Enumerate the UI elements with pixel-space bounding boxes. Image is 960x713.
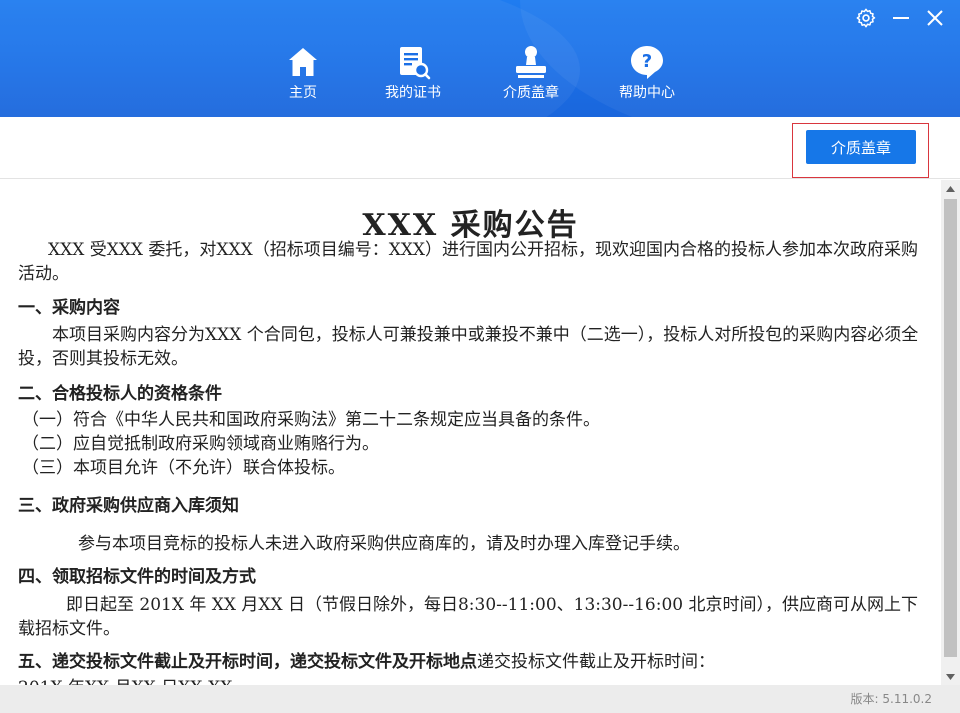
chevron-up-icon: [946, 185, 955, 192]
minimize-button[interactable]: [888, 6, 914, 30]
svg-text:?: ?: [642, 51, 652, 72]
help-icon: ?: [629, 44, 665, 80]
nav-item-home[interactable]: 主页: [282, 44, 324, 102]
certificate-icon: [395, 44, 431, 80]
section-heading: 三、政府采购供应商入库须知: [18, 496, 239, 516]
section-body: 递交投标文件截止及开标时间：: [477, 652, 715, 672]
scrollbar-thumb[interactable]: [944, 199, 957, 657]
nav-item-my-certificates[interactable]: 我的证书: [380, 44, 446, 102]
main-nav: 主页 我的证书 介质盖章 ? 帮助中心: [0, 44, 960, 104]
nav-label: 主页: [289, 85, 317, 101]
status-bar: 版本: 5.11.0.2: [0, 685, 960, 713]
nav-label: 帮助中心: [619, 85, 675, 101]
version-label: 版本: 5.11.0.2: [850, 692, 932, 706]
section-heading: 四、领取招标文件的时间及方式: [18, 567, 256, 587]
section-heading: 二、合格投标人的资格条件: [18, 384, 222, 404]
nav-item-help-center[interactable]: ? 帮助中心: [614, 44, 680, 102]
nav-label: 介质盖章: [503, 85, 559, 101]
document-intro: XXX 受XXX 委托，对XXX（招标项目编号：XXX）进行国内公开招标，现欢迎…: [18, 240, 919, 284]
media-stamp-button[interactable]: 介质盖章: [806, 130, 916, 164]
section-heading: 一、采购内容: [18, 298, 120, 318]
vertical-scrollbar[interactable]: [941, 180, 960, 685]
list-item: （一）符合《中华人民共和国政府采购法》第二十二条规定应当具备的条件。: [22, 410, 600, 430]
chevron-down-icon: [946, 673, 955, 680]
home-icon: [285, 44, 321, 80]
nav-item-media-stamp[interactable]: 介质盖章: [498, 44, 564, 102]
document-toolbar: 介质盖章: [0, 117, 960, 179]
section-body: 即日起至 201X 年 XX 月XX 日（节假日除外，每日8:30--11:00…: [18, 595, 919, 639]
app-header: 主页 我的证书 介质盖章 ? 帮助中心: [0, 0, 960, 117]
document-viewer: XXX 采购公告 XXX 受XXX 委托，对XXX（招标项目编号：XXX）进行国…: [0, 180, 941, 685]
scroll-up-button[interactable]: [941, 180, 960, 197]
section-body: 参与本项目竞标的投标人未进入政府采购供应商库的，请及时办理入库登记手续。: [78, 534, 690, 554]
close-icon: [927, 10, 943, 26]
scroll-down-button[interactable]: [941, 668, 960, 685]
gear-icon: [856, 8, 876, 28]
minimize-icon: [893, 17, 909, 19]
section-heading: 五、递交投标文件截止及开标时间，递交投标文件及开标地点: [18, 652, 477, 672]
close-button[interactable]: [922, 6, 948, 30]
nav-label: 我的证书: [385, 85, 441, 101]
section-line: 五、递交投标文件截止及开标时间，递交投标文件及开标地点递交投标文件截止及开标时间…: [18, 650, 928, 674]
list-item: （三）本项目允许（不允许）联合体投标。: [22, 458, 345, 478]
section-body: 201X 年XX 月XX 日XX:XX: [18, 676, 928, 685]
stamp-icon: [513, 44, 549, 80]
settings-button[interactable]: [853, 6, 879, 30]
section-body: 本项目采购内容分为XXX 个合同包，投标人可兼投兼中或兼投不兼中（二选一），投标…: [18, 325, 919, 369]
list-item: （二）应自觉抵制政府采购领域商业贿赂行为。: [22, 434, 379, 454]
